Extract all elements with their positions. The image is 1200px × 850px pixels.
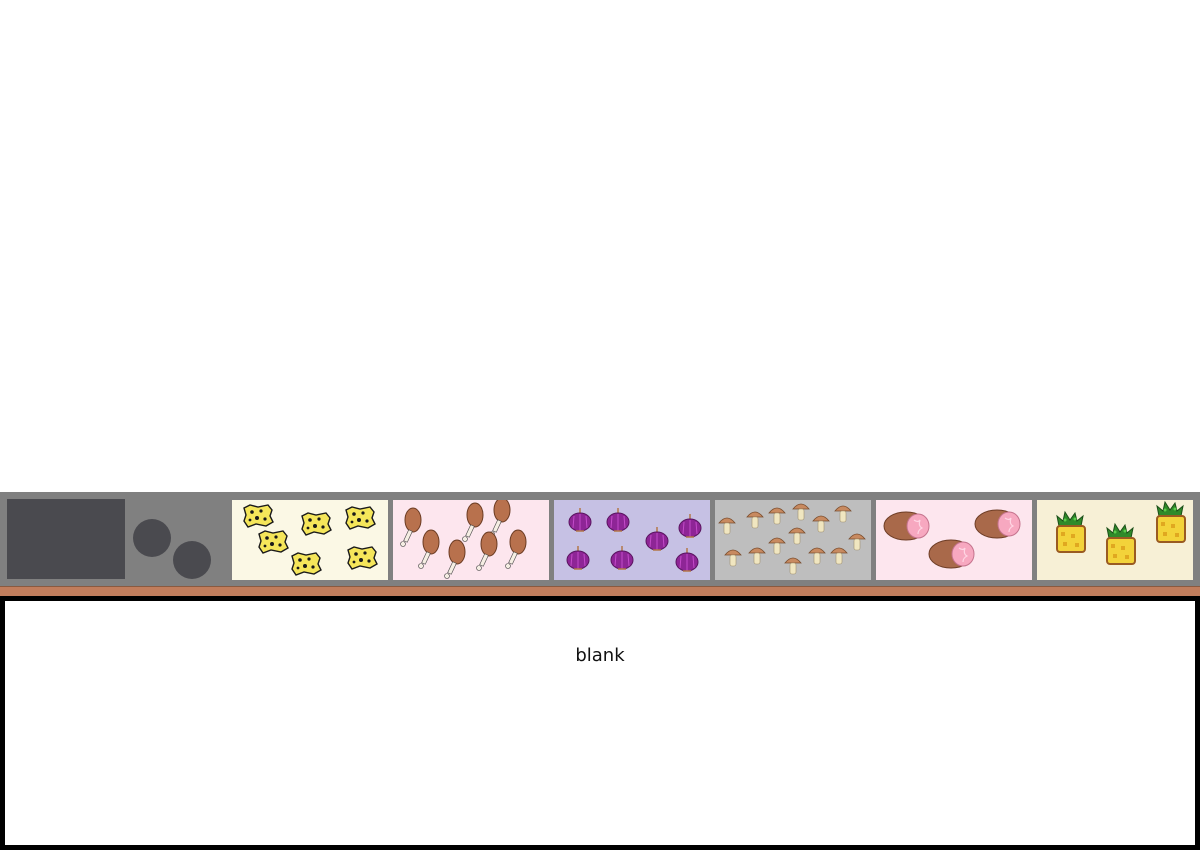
ingredient-counter [0, 492, 1200, 586]
chicken-bin[interactable] [393, 500, 549, 580]
onion-icon [554, 500, 710, 580]
pineapple-icon [1037, 500, 1193, 580]
order-text: blank [575, 645, 625, 666]
mushroom-icon [715, 500, 871, 580]
plate-icon[interactable] [173, 541, 211, 579]
onion-bin[interactable] [554, 500, 710, 580]
order-panel: blank [0, 596, 1200, 850]
pizza-slot[interactable] [7, 499, 125, 579]
cheese-icon [232, 500, 388, 580]
drumstick-icon [393, 500, 549, 580]
cheese-bin[interactable] [232, 500, 388, 580]
play-area[interactable] [0, 0, 1200, 492]
pineapple-bin[interactable] [1037, 500, 1193, 580]
counter-edge [0, 586, 1200, 596]
plate-icon[interactable] [133, 519, 171, 557]
mushroom-bin[interactable] [715, 500, 871, 580]
ham-icon [876, 500, 1032, 580]
ham-bin[interactable] [876, 500, 1032, 580]
